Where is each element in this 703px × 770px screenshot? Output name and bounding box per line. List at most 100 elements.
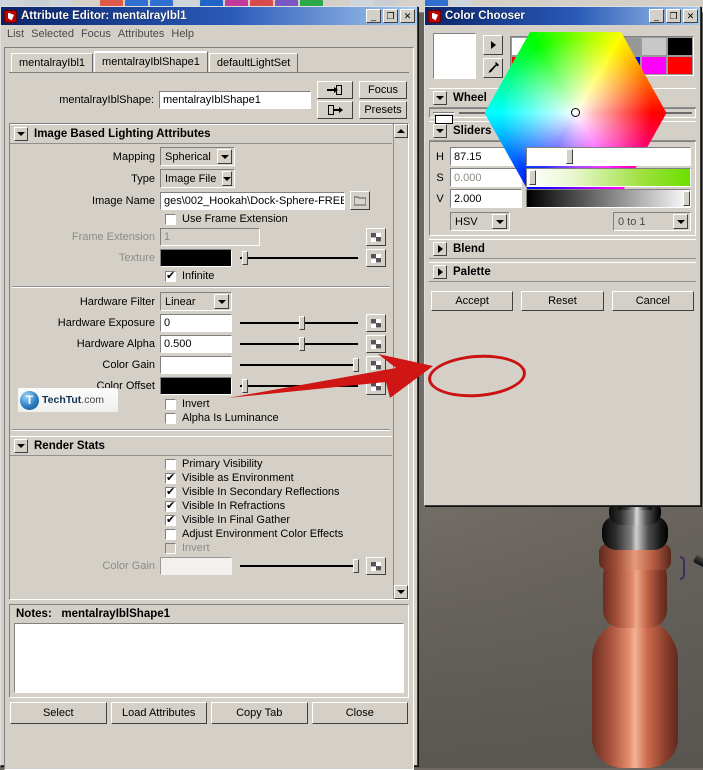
list-item[interactable]: Primary Visibility <box>165 458 392 470</box>
swatch-black[interactable] <box>667 37 693 56</box>
hardware-alpha-map-button[interactable] <box>366 335 386 353</box>
list-item[interactable]: Adjust Environment Color Effects <box>165 528 392 540</box>
select-button[interactable]: Select <box>10 702 107 724</box>
scroll-down-button[interactable] <box>394 585 408 599</box>
list-item[interactable]: Visible In Secondary Reflections <box>165 485 392 498</box>
color-chooser-window[interactable]: Color Chooser _ ❐ ✕ Wheel Sliders H 87.1… <box>424 6 701 506</box>
attribute-editor-window-buttons[interactable]: _ ❐ ✕ <box>366 9 415 23</box>
alpha-is-luminance-row[interactable]: Alpha Is Luminance <box>165 412 392 424</box>
presets-button[interactable]: Presets <box>359 101 407 119</box>
hardware-alpha-input[interactable]: 0.500 <box>160 335 232 353</box>
list-item[interactable]: Visible In Final Gather <box>165 513 392 526</box>
cancel-button[interactable]: Cancel <box>611 291 694 311</box>
hue-slider-track[interactable] <box>526 147 691 166</box>
adjust-environment-color-effects-checkbox[interactable] <box>165 528 176 540</box>
menu-item-help[interactable]: Help <box>171 27 201 41</box>
hardware-exposure-input[interactable]: 0 <box>160 314 232 332</box>
collapse-triangle-icon[interactable] <box>14 439 28 453</box>
chevron-down-icon[interactable] <box>222 171 233 186</box>
section-render-stats[interactable]: Render Stats <box>10 436 392 456</box>
chevron-down-icon[interactable] <box>214 294 229 309</box>
alpha-is-luminance-checkbox[interactable] <box>165 412 176 424</box>
value-slider-thumb[interactable] <box>683 191 691 206</box>
reset-button[interactable]: Reset <box>521 291 604 311</box>
current-color-preview[interactable] <box>433 33 476 79</box>
tab-mentalrayIblShape1[interactable]: mentalrayIblShape1 <box>94 51 208 72</box>
menu-item-attributes[interactable]: Attributes <box>118 27 171 41</box>
attribute-editor-menubar[interactable]: List Selected Focus Attributes Help <box>1 25 417 44</box>
saturation-slider-track[interactable] <box>526 168 691 187</box>
tab-defaultLightSet[interactable]: defaultLightSet <box>208 53 299 72</box>
tab-mentalrayIbl1[interactable]: mentalrayIbl1 <box>11 53 94 72</box>
browse-folder-icon[interactable] <box>350 191 370 210</box>
infinite-checkbox[interactable] <box>165 269 176 282</box>
slider-thumb[interactable] <box>299 316 305 330</box>
hardware-exposure-slider[interactable] <box>240 315 358 331</box>
collapse-triangle-icon[interactable] <box>433 91 447 105</box>
primary-visibility-checkbox[interactable] <box>165 458 176 470</box>
color-gain-swatch[interactable] <box>160 356 232 374</box>
value-bar-thumb[interactable] <box>435 115 453 124</box>
blend-section[interactable]: Blend <box>429 239 696 259</box>
color-chooser-action-buttons[interactable]: Accept Reset Cancel <box>425 285 700 315</box>
expand-triangle-icon[interactable] <box>433 242 447 256</box>
texture-color-swatch[interactable] <box>160 249 232 267</box>
menu-item-list[interactable]: List <box>7 27 31 41</box>
swatch-magenta[interactable] <box>641 56 667 75</box>
node-tab-bar[interactable]: mentalrayIbl1 mentalrayIblShape1 default… <box>5 48 413 72</box>
maximize-icon[interactable]: ❐ <box>666 9 681 23</box>
attribute-editor-titlebar[interactable]: Attribute Editor: mentalrayIbl1 _ ❐ ✕ <box>1 7 417 25</box>
accept-button[interactable]: Accept <box>431 291 514 311</box>
chevron-down-icon[interactable] <box>673 214 688 229</box>
copy-node-icon[interactable] <box>317 101 353 119</box>
use-frame-extension-checkbox[interactable] <box>165 213 176 225</box>
scroll-up-button[interactable] <box>394 124 408 138</box>
blend-section-header[interactable]: Blend <box>429 239 696 259</box>
frame-extension-map-button[interactable] <box>366 228 386 246</box>
hardware-filter-dropdown[interactable]: Linear <box>160 292 232 311</box>
image-name-input[interactable]: ges\002_Hookah\Dock-Sphere-FREE.hdr <box>160 191 345 210</box>
copy-tab-button[interactable]: Copy Tab <box>211 702 308 724</box>
focus-button[interactable]: Focus <box>359 81 407 99</box>
slider-thumb[interactable] <box>299 337 305 351</box>
swatch-gray-5[interactable] <box>641 37 667 56</box>
color-mode-dropdown[interactable]: HSV <box>450 212 510 231</box>
close-icon[interactable]: ✕ <box>400 9 415 23</box>
collapse-triangle-icon[interactable] <box>433 124 447 138</box>
palette-section[interactable]: Palette <box>429 262 696 282</box>
menu-item-selected[interactable]: Selected <box>31 27 81 41</box>
mapping-dropdown[interactable]: Spherical <box>160 147 235 166</box>
texture-map-button[interactable] <box>366 249 386 267</box>
visible-in-refractions-checkbox[interactable] <box>165 499 176 512</box>
saturation-slider-thumb[interactable] <box>528 170 536 185</box>
hardware-exposure-map-button[interactable] <box>366 314 386 332</box>
expand-arrow-icon[interactable] <box>483 34 503 55</box>
eyedropper-icon[interactable] <box>483 57 503 78</box>
visible-in-secondary-reflections-checkbox[interactable] <box>165 485 176 498</box>
collapse-triangle-icon[interactable] <box>14 127 28 141</box>
load-attributes-button[interactable]: Load Attributes <box>110 702 207 724</box>
range-dropdown[interactable]: 0 to 1 <box>613 212 691 231</box>
slider-thumb[interactable] <box>242 251 249 265</box>
menu-item-focus[interactable]: Focus <box>81 27 118 41</box>
load-node-icon[interactable] <box>317 81 353 99</box>
swatch-red-2[interactable] <box>667 56 693 75</box>
texture-slider[interactable] <box>240 250 358 266</box>
use-frame-extension-row[interactable]: Use Frame Extension <box>165 213 392 225</box>
invert-checkbox[interactable] <box>165 398 176 410</box>
color-chooser-titlebar[interactable]: Color Chooser _ ❐ ✕ <box>425 7 700 25</box>
chevron-down-icon[interactable] <box>492 214 507 229</box>
maximize-icon[interactable]: ❐ <box>383 9 398 23</box>
visible-as-environment-checkbox[interactable] <box>165 471 176 484</box>
list-item[interactable]: Visible In Refractions <box>165 499 392 512</box>
infinite-row[interactable]: Infinite <box>165 269 392 282</box>
type-dropdown[interactable]: Image File <box>160 169 235 188</box>
minimize-icon[interactable]: _ <box>649 9 664 23</box>
value-slider-track[interactable] <box>526 189 691 208</box>
color-wheel-cursor[interactable] <box>570 108 580 117</box>
color-wheel[interactable] <box>459 32 692 194</box>
value-value-input[interactable]: 2.000 <box>450 189 522 208</box>
expand-triangle-icon[interactable] <box>433 265 447 279</box>
minimize-icon[interactable]: _ <box>366 9 381 23</box>
saturation-value-input[interactable]: 0.000 <box>450 168 522 187</box>
